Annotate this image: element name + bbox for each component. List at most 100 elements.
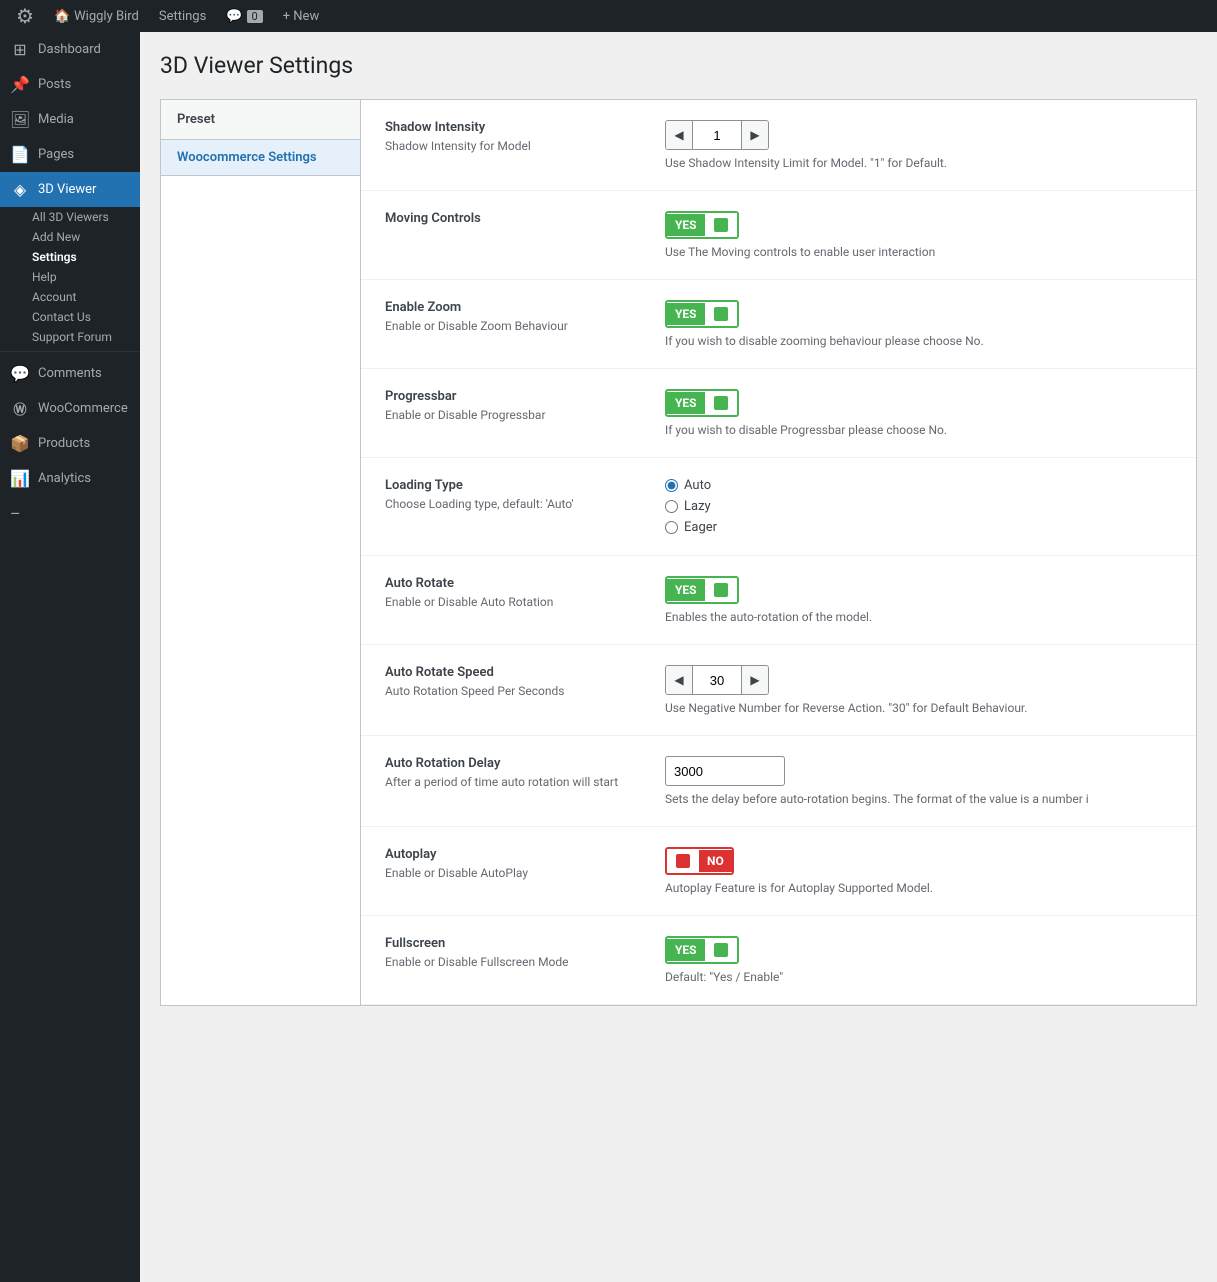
sidebar-label-products: Products xyxy=(38,436,90,451)
sidebar-label-dashboard: Dashboard xyxy=(38,42,101,57)
comments-button[interactable]: 💬 0 xyxy=(218,0,270,32)
loading-type-lazy-label: Lazy xyxy=(684,499,711,514)
auto-rotation-delay-hint: Sets the delay before auto-rotation begi… xyxy=(665,792,1172,806)
autoplay-desc: Enable or Disable AutoPlay xyxy=(385,866,645,880)
loading-type-auto-radio[interactable] xyxy=(665,479,678,492)
main-content: 3D Viewer Settings Preset Woocommerce Se… xyxy=(140,32,1217,1282)
sidebar-sub-settings[interactable]: Settings xyxy=(0,247,140,267)
setting-row-moving-controls: Moving Controls YES Use The Moving contr… xyxy=(361,191,1196,280)
wp-logo-button[interactable]: ⚙ xyxy=(8,0,42,32)
sidebar-label-posts: Posts xyxy=(38,77,71,92)
sidebar-sub-all-3d-viewers[interactable]: All 3D Viewers xyxy=(0,207,140,227)
auto-rotate-speed-increment[interactable]: ▶ xyxy=(742,666,768,694)
setting-row-enable-zoom: Enable Zoom Enable or Disable Zoom Behav… xyxy=(361,280,1196,369)
new-content-button[interactable]: + New xyxy=(275,0,328,32)
loading-type-eager-radio[interactable] xyxy=(665,521,678,534)
autoplay-toggle-switch[interactable] xyxy=(667,849,699,873)
setting-row-loading-type: Loading Type Choose Loading type, defaul… xyxy=(361,458,1196,556)
wp-logo-icon: ⚙ xyxy=(16,4,34,28)
enable-zoom-toggle[interactable]: YES xyxy=(665,300,739,328)
sidebar: ⊞ Dashboard 📌 Posts 🖼 Media 📄 Pages ◈ 3D… xyxy=(0,32,140,1282)
loading-type-auto-label: Auto xyxy=(684,478,711,493)
auto-rotate-toggle-switch[interactable] xyxy=(705,578,737,602)
sidebar-item-analytics[interactable]: 📊 Analytics xyxy=(0,461,140,496)
loading-type-lazy[interactable]: Lazy xyxy=(665,499,1172,514)
comment-icon: 💬 xyxy=(226,9,242,24)
shadow-intensity-input[interactable] xyxy=(692,121,742,149)
sidebar-label-analytics: Analytics xyxy=(38,471,91,486)
loading-type-lazy-radio[interactable] xyxy=(665,500,678,513)
moving-controls-toggle-knob xyxy=(714,218,728,232)
loading-type-auto[interactable]: Auto xyxy=(665,478,1172,493)
auto-rotate-label: Auto Rotate xyxy=(385,576,645,591)
dashboard-icon: ⊞ xyxy=(10,40,30,59)
moving-controls-toggle-switch[interactable] xyxy=(705,213,737,237)
sidebar-sub-support-forum[interactable]: Support Forum xyxy=(0,327,140,347)
fullscreen-toggle-label: YES xyxy=(667,939,705,961)
enable-zoom-toggle-knob xyxy=(714,307,728,321)
setting-row-auto-rotate-speed: Auto Rotate Speed Auto Rotation Speed Pe… xyxy=(361,645,1196,736)
posts-icon: 📌 xyxy=(10,75,30,94)
sidebar-label-comments: Comments xyxy=(38,366,102,381)
sidebar-label-pages: Pages xyxy=(38,147,74,162)
products-icon: 📦 xyxy=(10,434,30,453)
media-icon: 🖼 xyxy=(10,110,30,129)
enable-zoom-label: Enable Zoom xyxy=(385,300,645,315)
sidebar-item-media[interactable]: 🖼 Media xyxy=(0,102,140,137)
site-name-button[interactable]: 🏠 Wiggly Bird xyxy=(46,0,147,32)
shadow-intensity-decrement[interactable]: ◀ xyxy=(666,121,692,149)
auto-rotate-speed-decrement[interactable]: ◀ xyxy=(666,666,692,694)
progressbar-toggle-label: YES xyxy=(667,392,705,414)
sidebar-divider-1 xyxy=(0,351,140,352)
sidebar-sub-add-new[interactable]: Add New xyxy=(0,227,140,247)
progressbar-toggle-switch[interactable] xyxy=(705,391,737,415)
settings-button[interactable]: Settings xyxy=(151,0,214,32)
auto-rotate-toggle[interactable]: YES xyxy=(665,576,739,604)
shadow-intensity-increment[interactable]: ▶ xyxy=(742,121,768,149)
setting-row-auto-rotation-delay: Auto Rotation Delay After a period of ti… xyxy=(361,736,1196,827)
auto-rotate-speed-label: Auto Rotate Speed xyxy=(385,665,645,680)
sidebar-item-woocommerce[interactable]: Ⓦ WooCommerce xyxy=(0,391,140,426)
enable-zoom-toggle-switch[interactable] xyxy=(705,302,737,326)
loading-type-eager[interactable]: Eager xyxy=(665,520,1172,535)
auto-rotate-hint: Enables the auto-rotation of the model. xyxy=(665,610,1172,624)
settings-wrap: Preset Woocommerce Settings Shadow Inten… xyxy=(160,99,1197,1006)
fullscreen-toggle-switch[interactable] xyxy=(705,938,737,962)
moving-controls-hint: Use The Moving controls to enable user i… xyxy=(665,245,1172,259)
sidebar-sub-help[interactable]: Help xyxy=(0,267,140,287)
auto-rotate-speed-input[interactable] xyxy=(692,666,742,694)
auto-rotation-delay-label: Auto Rotation Delay xyxy=(385,756,645,771)
fullscreen-toggle-knob xyxy=(714,943,728,957)
preset-panel: Preset Woocommerce Settings xyxy=(161,100,361,1005)
sidebar-item-comments[interactable]: 💬 Comments xyxy=(0,356,140,391)
setting-row-shadow-intensity: Shadow Intensity Shadow Intensity for Mo… xyxy=(361,100,1196,191)
sidebar-item-pages[interactable]: 📄 Pages xyxy=(0,137,140,172)
preset-item-woocommerce[interactable]: Woocommerce Settings xyxy=(161,140,360,176)
moving-controls-toggle[interactable]: YES xyxy=(665,211,739,239)
sidebar-item-3d-viewer[interactable]: ◈ 3D Viewer xyxy=(0,172,140,207)
enable-zoom-toggle-label: YES xyxy=(667,303,705,325)
auto-rotate-speed-control: ◀ ▶ xyxy=(665,665,769,695)
sidebar-sub-account[interactable]: Account xyxy=(0,287,140,307)
sidebar-item-products[interactable]: 📦 Products xyxy=(0,426,140,461)
3d-viewer-icon: ◈ xyxy=(10,180,30,199)
sidebar-label-media: Media xyxy=(38,112,74,127)
loading-type-desc: Choose Loading type, default: 'Auto' xyxy=(385,497,645,511)
sidebar-item-collapse[interactable]: – xyxy=(0,496,140,531)
loading-type-label: Loading Type xyxy=(385,478,645,493)
sidebar-sub-contact-us[interactable]: Contact Us xyxy=(0,307,140,327)
autoplay-toggle-knob xyxy=(676,854,690,868)
auto-rotation-delay-input[interactable] xyxy=(665,756,785,786)
autoplay-toggle[interactable]: NO xyxy=(665,847,734,875)
moving-controls-label: Moving Controls xyxy=(385,211,645,226)
progressbar-toggle[interactable]: YES xyxy=(665,389,739,417)
fullscreen-toggle[interactable]: YES xyxy=(665,936,739,964)
loading-type-eager-label: Eager xyxy=(684,520,717,535)
admin-bar: ⚙ 🏠 Wiggly Bird Settings 💬 0 + New xyxy=(0,0,1217,32)
collapse-icon: – xyxy=(10,504,21,523)
progressbar-hint: If you wish to disable Progressbar pleas… xyxy=(665,423,1172,437)
sidebar-item-posts[interactable]: 📌 Posts xyxy=(0,67,140,102)
autoplay-hint: Autoplay Feature is for Autoplay Support… xyxy=(665,881,1172,895)
sidebar-item-dashboard[interactable]: ⊞ Dashboard xyxy=(0,32,140,67)
autoplay-label: Autoplay xyxy=(385,847,645,862)
